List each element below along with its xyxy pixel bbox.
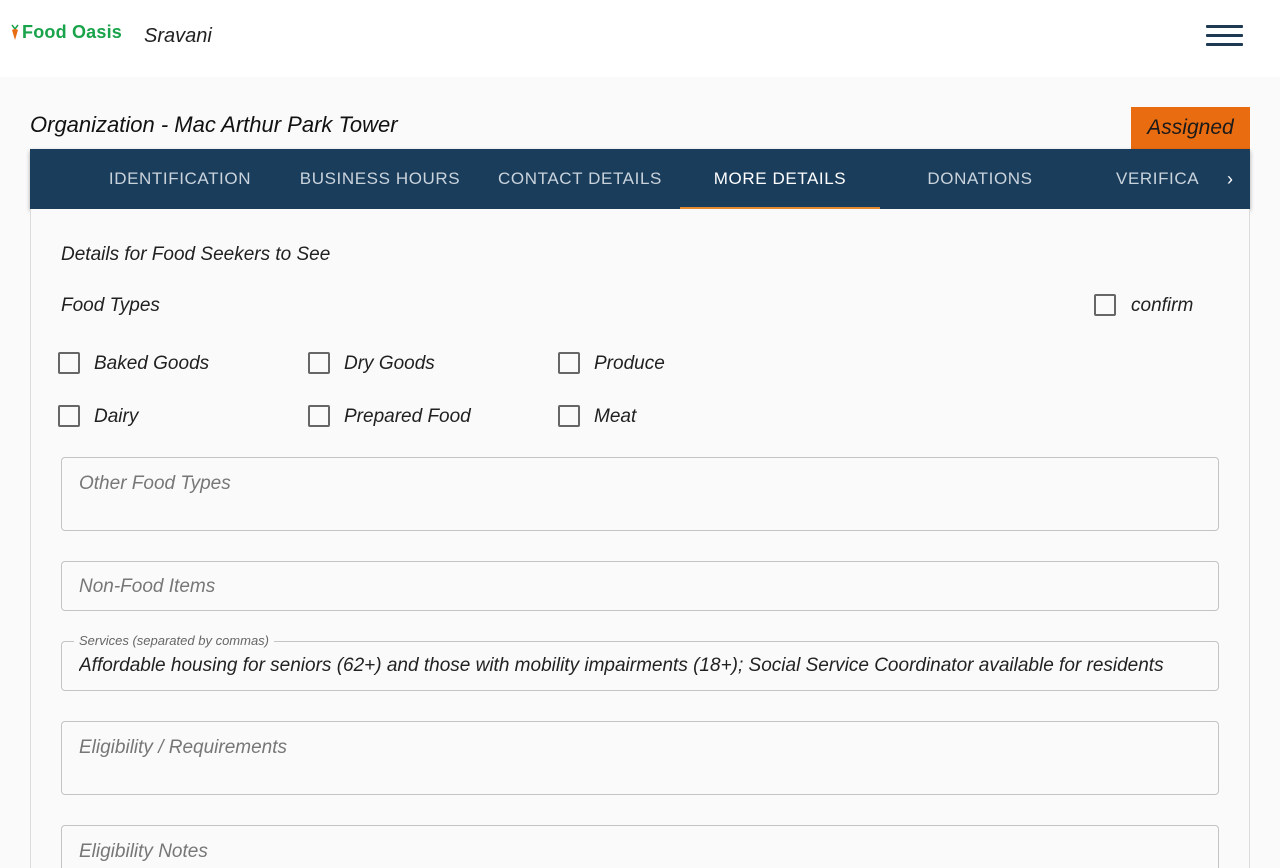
eligibility-notes-placeholder: Eligibility Notes [79, 841, 208, 862]
checkbox-prepared-food[interactable] [308, 405, 330, 427]
checkbox-meat[interactable] [558, 405, 580, 427]
non-food-items-field[interactable]: Non-Food Items [61, 561, 1219, 611]
tab-identification[interactable]: Identification [80, 149, 280, 209]
eligibility-requirements-field[interactable]: Eligibility / Requirements [61, 721, 1219, 795]
checkbox-dry-goods[interactable] [308, 352, 330, 374]
confirm-checkbox[interactable] [1094, 294, 1116, 316]
section-title: Details for Food Seekers to See [61, 244, 331, 265]
food-types-label: Food Types [61, 295, 160, 316]
tab-more-details[interactable]: More Details [680, 149, 880, 209]
status-badge: Assigned [1131, 107, 1250, 149]
checkbox-label-produce: Produce [594, 353, 665, 374]
confirm-label: confirm [1131, 295, 1194, 316]
tab-business-hours[interactable]: Business Hours [280, 149, 480, 209]
checkbox-dairy[interactable] [58, 405, 80, 427]
logo-text: Food Oasis [22, 22, 123, 42]
eligibility-notes-field[interactable]: Eligibility Notes [61, 825, 1219, 868]
checkbox-label-prepared-food: Prepared Food [344, 406, 471, 427]
page-title: Organization - Mac Arthur Park Tower [30, 112, 398, 137]
checkbox-baked-goods[interactable] [58, 352, 80, 374]
checkbox-label-dry-goods: Dry Goods [344, 353, 435, 374]
username: Sravani [144, 25, 212, 47]
non-food-items-placeholder: Non-Food Items [79, 576, 216, 597]
logo[interactable]: Food Oasis [10, 22, 122, 43]
tab-bar: Identification Business Hours Contact De… [30, 149, 1250, 209]
tab-donations[interactable]: Donations [880, 149, 1080, 209]
eligibility-requirements-placeholder: Eligibility / Requirements [79, 737, 288, 758]
checkbox-label-dairy: Dairy [94, 406, 139, 427]
checkbox-label-meat: Meat [594, 406, 637, 427]
services-field[interactable]: Services (separated by commas) Affordabl… [61, 633, 1219, 691]
services-label: Services (separated by commas) [74, 633, 275, 648]
services-value: Affordable housing for seniors (62+) and… [79, 655, 1164, 676]
checkbox-produce[interactable] [558, 352, 580, 374]
tab-contact-details[interactable]: Contact Details [480, 149, 680, 209]
other-food-types-placeholder: Other Food Types [79, 473, 231, 494]
checkbox-label-baked-goods: Baked Goods [94, 353, 210, 374]
other-food-types-field[interactable]: Other Food Types [61, 457, 1219, 531]
hamburger-menu-icon[interactable] [1200, 20, 1250, 54]
carrot-icon [11, 24, 19, 40]
chevron-right-icon[interactable]: › [1210, 149, 1250, 209]
top-app-bar: Food Oasis Sravani [0, 0, 1280, 77]
